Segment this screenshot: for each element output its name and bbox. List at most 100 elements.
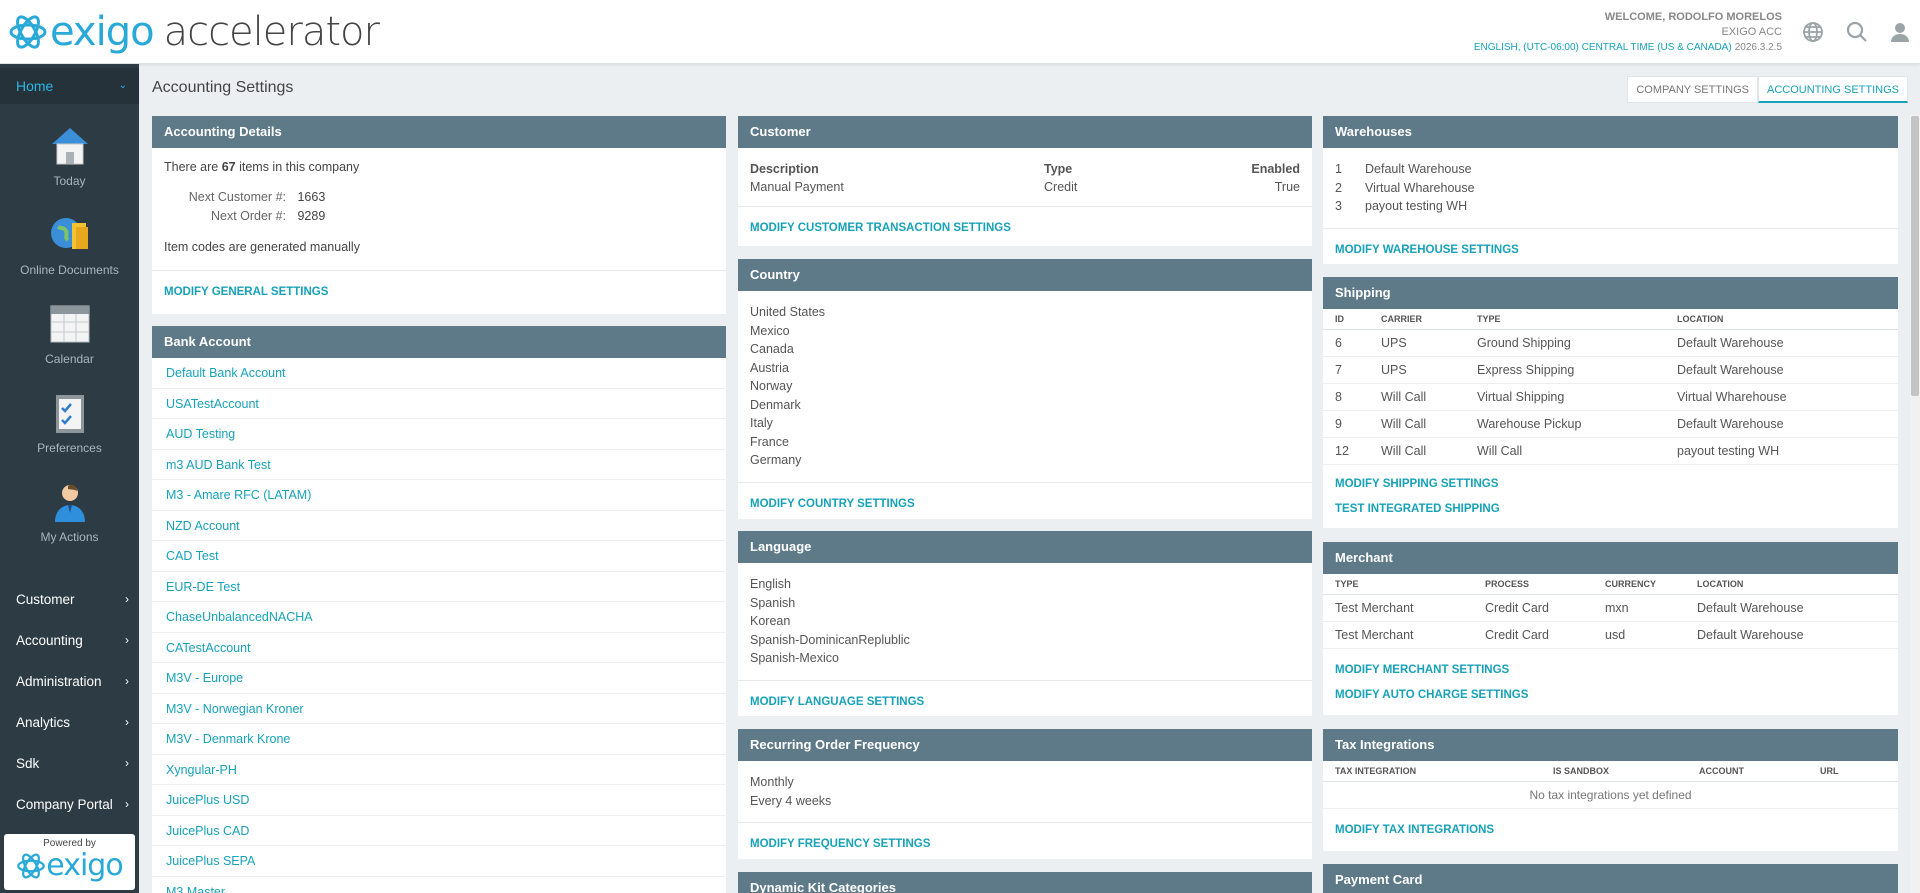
sidebar-app-calendar[interactable]: Calendar [0, 302, 139, 366]
row-type: Credit [1044, 180, 1078, 194]
sidebar-menu-analytics[interactable]: Analytics › [0, 703, 139, 744]
modify-merchant-settings-link[interactable]: MODIFY MERCHANT SETTINGS [1335, 664, 1509, 676]
bank-account-row[interactable]: M3V - Denmark Krone [152, 724, 726, 755]
globe-documents-icon [50, 218, 88, 249]
payment-card-card: Payment Card [1323, 864, 1898, 893]
bank-account-row[interactable]: M3 - Amare RFC (LATAM) [152, 480, 726, 511]
welcome-text: WELCOME, RODOLFO MORELOS [1604, 11, 1782, 23]
bank-account-row[interactable]: JuicePlus USD [152, 785, 726, 816]
exigo-accelerator-logo[interactable]: exigo accelerator [8, 8, 380, 56]
warehouse-name: payout testing WH [1365, 199, 1468, 213]
bank-account-row[interactable]: USATestAccount [152, 389, 726, 419]
merchant-card: Merchant TYPE PROCESS CURRENCY LOCATION … [1323, 542, 1898, 715]
sidebar-menu-sdk[interactable]: Sdk › [0, 744, 139, 785]
sidebar-app-label: Online Documents [20, 263, 119, 277]
col-id: ID [1323, 309, 1369, 330]
sidebar-app-my-actions[interactable]: My Actions [0, 480, 139, 544]
next-order-value: 9289 [297, 209, 326, 223]
warehouse-item: 1 Default Warehouse [1335, 160, 1886, 179]
bank-account-row[interactable]: JuicePlus SEPA [152, 846, 726, 877]
user-icon[interactable] [1888, 20, 1912, 44]
table-row: 6 UPS Ground Shipping Default Warehouse [1323, 329, 1898, 357]
cell: Ground Shipping [1465, 329, 1665, 357]
logo-text-exigo: exigo [50, 9, 155, 55]
frequency-item: Every 4 weeks [750, 793, 832, 808]
sidebar-menu-customer[interactable]: Customer › [0, 580, 139, 621]
bank-account-row[interactable]: NZD Account [152, 511, 726, 541]
recurring-order-frequency-card: Recurring Order Frequency Monthly Every … [738, 729, 1312, 859]
modify-warehouse-settings-link[interactable]: MODIFY WAREHOUSE SETTINGS [1335, 244, 1519, 256]
sidebar-menu-accounting[interactable]: Accounting › [0, 621, 139, 662]
test-integrated-shipping-link[interactable]: TEST INTEGRATED SHIPPING [1335, 503, 1500, 515]
bank-account-row[interactable]: JuicePlus CAD [152, 816, 726, 846]
bank-account-row[interactable]: Default Bank Account [152, 358, 726, 389]
cell: Warehouse Pickup [1465, 410, 1665, 438]
col-enabled: Enabled [1251, 162, 1300, 176]
company-name: EXIGO ACC [1721, 26, 1782, 38]
sidebar-app-today[interactable]: Today [0, 124, 139, 188]
cell: Will Call [1465, 437, 1665, 465]
bank-account-card: Bank Account Default Bank Account USATes… [152, 326, 726, 893]
warehouses-card: Warehouses 1 Default Warehouse 2 Virtual W… [1323, 116, 1898, 264]
bank-account-row[interactable]: m3 AUD Bank Test [152, 450, 726, 480]
bank-account-row[interactable]: CATestAccount [152, 633, 726, 663]
item-codes-text: Item codes are generated manually [164, 240, 360, 254]
col-description: Description [750, 162, 819, 176]
country-item: United States [750, 305, 826, 319]
cell: Default Warehouse [1665, 356, 1898, 384]
modify-auto-charge-settings-link[interactable]: MODIFY AUTO CHARGE SETTINGS [1335, 689, 1528, 701]
tab-accounting-settings[interactable]: ACCOUNTING SETTINGS [1757, 76, 1908, 103]
bank-account-row[interactable]: EUR-DE Test [152, 572, 726, 602]
logo-text-accelerator: accelerator [163, 9, 380, 55]
sidebar-menu-label: Customer [16, 592, 75, 607]
tab-company-settings[interactable]: COMPANY SETTINGS [1627, 76, 1758, 103]
sidebar-menu-company-portal[interactable]: Company Portal › [0, 785, 139, 826]
card-title: Merchant [1323, 542, 1898, 574]
warehouse-id: 1 [1335, 162, 1342, 176]
modify-frequency-settings-link[interactable]: MODIFY FREQUENCY SETTINGS [750, 838, 930, 850]
cell: 12 [1323, 437, 1369, 465]
bank-account-row[interactable]: AUD Testing [152, 419, 726, 450]
cell: UPS [1369, 356, 1465, 384]
country-item: France [750, 434, 789, 449]
card-title: Payment Card [1323, 864, 1898, 893]
globe-icon[interactable] [1801, 20, 1825, 44]
chevron-down-icon: ⌄ [118, 80, 127, 91]
sidebar-app-label: My Actions [40, 530, 99, 544]
sidebar-menu-label: Analytics [16, 715, 71, 730]
sidebar-home[interactable]: Home ⌄ [0, 68, 139, 104]
bank-account-row[interactable]: M3V - Europe [152, 663, 726, 694]
exigo-logo-icon [9, 15, 47, 49]
country-item: Canada [750, 342, 794, 356]
bank-account-row[interactable]: M3V - Norwegian Kroner [152, 694, 726, 724]
language-item: Spanish-DominicanReplublic [750, 632, 910, 647]
tax-integrations-card: Tax Integrations TAX INTEGRATION IS SAND… [1323, 729, 1898, 851]
page-scrollbar-thumb[interactable] [1911, 116, 1919, 396]
modify-customer-transaction-settings-link[interactable]: MODIFY CUSTOMER TRANSACTION SETTINGS [750, 222, 1011, 234]
bank-account-row[interactable]: ChaseUnbalancedNACHA [152, 602, 726, 633]
country-item: Denmark [750, 397, 801, 412]
sidebar-app-preferences[interactable]: Preferences [0, 391, 139, 455]
card-title: Customer [738, 116, 1312, 148]
bank-account-row[interactable]: M3 Master [152, 877, 726, 893]
country-item: Italy [750, 416, 773, 430]
warehouse-item: 3 payout testing WH [1335, 197, 1886, 216]
cell: Credit Card [1473, 621, 1593, 649]
locale-link[interactable]: ENGLISH, (UTC-06:00) CENTRAL TIME (US & … [1474, 42, 1732, 53]
modify-tax-integrations-link[interactable]: MODIFY TAX INTEGRATIONS [1335, 824, 1494, 836]
sidebar-menu-administration[interactable]: Administration › [0, 662, 139, 703]
powered-by-exigo: Powered by exigo [4, 834, 135, 890]
warehouse-name: Virtual Wharehouse [1365, 180, 1475, 195]
modify-general-settings-link[interactable]: MODIFY GENERAL SETTINGS [164, 286, 328, 298]
search-icon[interactable] [1845, 20, 1869, 44]
accounting-details-card: Accounting Details There are 67 items in… [152, 116, 726, 314]
modify-country-settings-link[interactable]: MODIFY COUNTRY SETTINGS [750, 498, 915, 510]
card-title: Bank Account [152, 326, 726, 358]
bank-account-row[interactable]: Xyngular-PH [152, 755, 726, 785]
sidebar-app-online-documents[interactable]: Online Documents [0, 213, 139, 277]
modify-shipping-settings-link[interactable]: MODIFY SHIPPING SETTINGS [1335, 478, 1498, 490]
modify-language-settings-link[interactable]: MODIFY LANGUAGE SETTINGS [750, 696, 924, 708]
card-title: Tax Integrations [1323, 729, 1898, 761]
sidebar-app-label: Preferences [37, 441, 102, 455]
bank-account-row[interactable]: CAD Test [152, 541, 726, 572]
